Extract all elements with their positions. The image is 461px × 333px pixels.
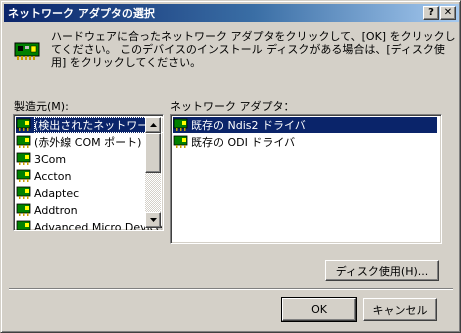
list-item[interactable]: Adaptec — [16, 185, 79, 201]
adapter-label: ネットワーク アダプタ： — [170, 100, 295, 113]
list-item-label: 3Com — [34, 152, 67, 166]
network-card-icon — [173, 118, 188, 131]
manufacturer-list[interactable]: (検出されたネットワーク アダプタ) (赤外線 COM ポート) 3Com Ac… — [13, 114, 164, 231]
scroll-thumb[interactable] — [145, 133, 161, 173]
list-item[interactable]: (赤外線 COM ポート) — [16, 134, 141, 150]
title-bar[interactable]: ネットワーク アダプタの選択 ? ✕ — [4, 4, 459, 22]
help-button[interactable]: ? — [423, 6, 439, 20]
network-card-icon — [16, 186, 31, 199]
network-card-icon — [14, 42, 40, 60]
manufacturer-scrollbar[interactable] — [145, 117, 161, 228]
network-card-icon — [16, 203, 31, 216]
manufacturer-label: 製造元(M): — [14, 100, 69, 113]
list-item-label: 既存の Ndis2 ドライバ — [191, 119, 306, 132]
cancel-button[interactable]: キャンセル — [363, 298, 437, 321]
arrow-down-icon — [149, 218, 157, 222]
network-card-icon — [16, 169, 31, 182]
list-item[interactable]: 既存の Ndis2 ドライバ — [173, 117, 437, 133]
network-card-icon — [16, 135, 31, 148]
list-item-label: Accton — [34, 169, 72, 183]
divider — [9, 288, 453, 290]
list-item-label: Adaptec — [34, 186, 80, 200]
scroll-down-button[interactable] — [145, 212, 161, 228]
list-item-label: Addtron — [34, 203, 78, 217]
list-item[interactable]: (検出されたネットワーク アダプタ) — [16, 117, 163, 133]
list-item[interactable]: Advanced Micro Devices — [16, 219, 163, 230]
close-icon: ✕ — [443, 7, 453, 18]
dialog-window: ネットワーク アダプタの選択 ? ✕ ハードウェアに合ったネットワーク アダプタ… — [0, 0, 461, 333]
arrow-up-icon — [149, 123, 157, 127]
list-item-label: (赤外線 COM ポート) — [34, 136, 142, 149]
list-item-label: 既存の ODI ドライバ — [191, 136, 296, 149]
scroll-up-button[interactable] — [145, 117, 161, 133]
help-icon: ? — [428, 7, 434, 18]
instruction-text: ハードウェアに合ったネットワーク アダプタをクリックして、[OK] をクリックし… — [51, 30, 456, 69]
ok-button[interactable]: OK — [281, 297, 357, 322]
network-card-icon — [173, 135, 188, 148]
list-item[interactable]: 3Com — [16, 151, 66, 167]
network-card-icon — [16, 118, 31, 131]
network-card-icon — [16, 220, 31, 230]
close-button[interactable]: ✕ — [440, 6, 456, 20]
have-disk-button[interactable]: ディスク使用(H)... — [325, 260, 439, 281]
list-item[interactable]: Accton — [16, 168, 71, 184]
adapter-list[interactable]: 既存の Ndis2 ドライバ 既存の ODI ドライバ — [170, 114, 442, 244]
list-item[interactable]: Addtron — [16, 202, 78, 218]
network-card-icon — [16, 152, 31, 165]
list-item[interactable]: 既存の ODI ドライバ — [173, 134, 295, 150]
window-title: ネットワーク アダプタの選択 — [8, 7, 155, 20]
